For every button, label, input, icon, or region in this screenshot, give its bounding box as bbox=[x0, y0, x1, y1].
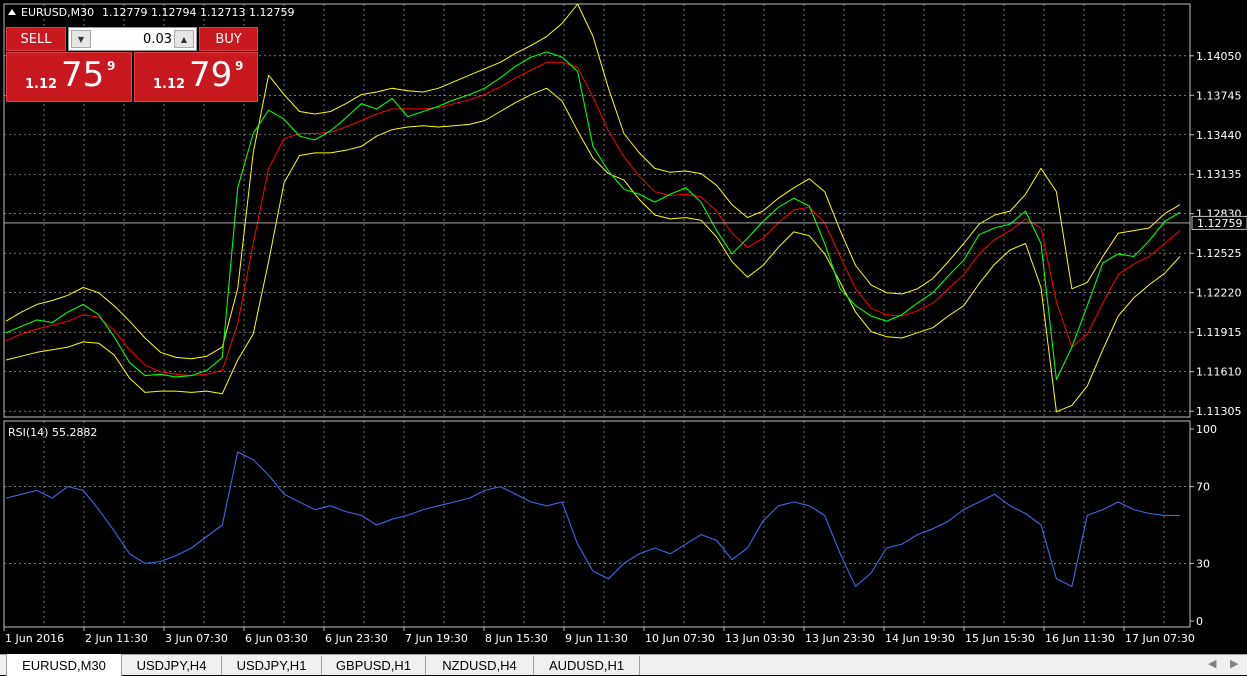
ohlc-values: 1.12779 1.12794 1.12713 1.12759 bbox=[102, 6, 294, 19]
rsi-scale: 100 70 30 0 bbox=[1190, 423, 1217, 628]
time-scale: 1 Jun 2016 2 Jun 11:30 3 Jun 07:30 6 Jun 03… bbox=[3, 627, 1195, 645]
x-tick-label: 8 Jun 15:30 bbox=[485, 632, 548, 645]
chevron-up-icon: ▲ bbox=[180, 34, 188, 44]
increase-volume-button[interactable]: ▲ bbox=[174, 30, 194, 48]
tab-nzdusd-h4[interactable]: NZDUSD,H4 bbox=[426, 656, 534, 675]
x-tick-label: 16 Jun 11:30 bbox=[1045, 632, 1115, 645]
x-tick-label: 6 Jun 23:30 bbox=[325, 632, 388, 645]
buy-price-button[interactable]: 1.12 79 9 bbox=[134, 52, 258, 102]
x-tick-label: 13 Jun 03:30 bbox=[725, 632, 795, 645]
chart-header: EURUSD,M30 1.12779 1.12794 1.12713 1.127… bbox=[8, 6, 294, 19]
rsi-tick-label: 70 bbox=[1196, 481, 1210, 494]
y-tick-label: 1.13440 bbox=[1196, 129, 1242, 142]
volume-stepper[interactable]: ▼ 0.03 ▲ bbox=[68, 27, 197, 51]
tab-gbpusd-h1[interactable]: GBPUSD,H1 bbox=[322, 656, 426, 675]
decrease-volume-button[interactable]: ▼ bbox=[71, 30, 91, 48]
tab-audusd-h1[interactable]: AUDUSD,H1 bbox=[534, 656, 640, 675]
rsi-label: RSI(14) 55.2882 bbox=[8, 426, 97, 439]
y-tick-label: 1.11610 bbox=[1196, 366, 1242, 379]
y-tick-label: 1.13135 bbox=[1196, 168, 1242, 181]
tab-eurusd-m30[interactable]: EURUSD,M30 bbox=[6, 654, 122, 676]
buy-price-prefix: 1.12 bbox=[153, 77, 186, 92]
y-tick-label: 1.13745 bbox=[1196, 89, 1242, 102]
chart-tab-bar: EURUSD,M30 USDJPY,H4 USDJPY,H1 GBPUSD,H1… bbox=[0, 654, 1247, 676]
x-tick-label: 10 Jun 07:30 bbox=[645, 632, 715, 645]
tab-usdjpy-h4[interactable]: USDJPY,H4 bbox=[122, 656, 222, 675]
rsi-tick-label: 100 bbox=[1196, 423, 1217, 436]
buy-button[interactable]: BUY bbox=[199, 27, 258, 51]
sell-price-prefix: 1.12 bbox=[25, 77, 58, 92]
x-tick-label: 2 Jun 11:30 bbox=[85, 632, 148, 645]
rsi-frame bbox=[3, 420, 1191, 628]
x-tick-label: 1 Jun 2016 bbox=[5, 632, 64, 645]
rsi-grid bbox=[4, 421, 1190, 627]
y-tick-label: 1.11305 bbox=[1196, 405, 1242, 418]
current-price-label: 1.12759 bbox=[1197, 217, 1243, 230]
x-tick-label: 14 Jun 19:30 bbox=[885, 632, 955, 645]
rsi-tick-label: 0 bbox=[1196, 615, 1203, 628]
x-tick-label: 3 Jun 07:30 bbox=[165, 632, 228, 645]
y-tick-label: 1.14050 bbox=[1196, 50, 1242, 63]
one-click-trading-panel: SELL ▼ 0.03 ▲ BUY 1.12 75 9 1.12 79 9 bbox=[6, 27, 259, 103]
sell-button[interactable]: SELL bbox=[6, 27, 66, 51]
x-tick-label: 15 Jun 15:30 bbox=[965, 632, 1035, 645]
sell-price-pips: 75 bbox=[61, 55, 105, 95]
y-tick-label: 1.12525 bbox=[1196, 247, 1242, 260]
x-tick-label: 9 Jun 11:30 bbox=[565, 632, 628, 645]
x-tick-label: 7 Jun 19:30 bbox=[405, 632, 468, 645]
sell-price-button[interactable]: 1.12 75 9 bbox=[6, 52, 132, 102]
symbol-label: EURUSD,M30 bbox=[21, 6, 94, 19]
current-price-marker: 1.12759 bbox=[1191, 215, 1247, 230]
tab-usdjpy-h1[interactable]: USDJPY,H1 bbox=[222, 656, 322, 675]
x-tick-label: 6 Jun 03:30 bbox=[245, 632, 308, 645]
buy-price-pips: 79 bbox=[189, 55, 233, 95]
y-tick-label: 1.11915 bbox=[1196, 326, 1242, 339]
chevron-down-icon: ▼ bbox=[77, 34, 85, 44]
triangle-up-icon[interactable] bbox=[8, 9, 16, 15]
sell-price-fraction: 9 bbox=[107, 59, 116, 73]
volume-input[interactable]: 0.03 bbox=[93, 32, 172, 47]
rsi-tick-label: 30 bbox=[1196, 557, 1210, 570]
price-scale: 1.140501.137451.134401.131351.128301.125… bbox=[1190, 50, 1242, 418]
scroll-left-icon[interactable]: ◀ bbox=[1208, 657, 1216, 670]
scroll-right-icon[interactable]: ▶ bbox=[1230, 657, 1238, 670]
y-tick-label: 1.12220 bbox=[1196, 287, 1242, 300]
buy-price-fraction: 9 bbox=[235, 59, 244, 73]
x-tick-label: 13 Jun 23:30 bbox=[805, 632, 875, 645]
x-tick-label: 17 Jun 07:30 bbox=[1125, 632, 1195, 645]
